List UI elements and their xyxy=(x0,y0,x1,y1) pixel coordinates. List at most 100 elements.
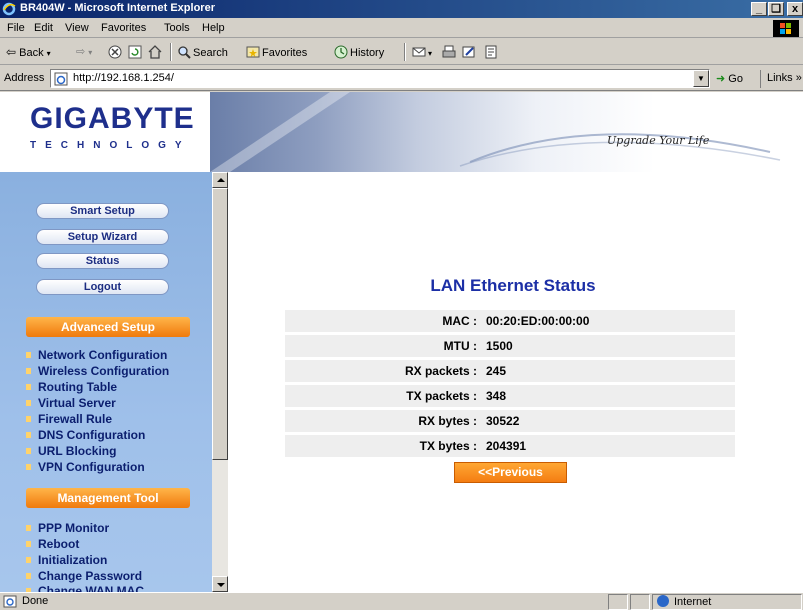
smart-setup-button[interactable]: Smart Setup xyxy=(36,203,169,219)
address-bar: Address http://192.168.1.254/ ▼ ➜ Go Lin… xyxy=(0,66,803,91)
nav-wireless-configuration[interactable]: Wireless Configuration xyxy=(26,364,169,378)
status-table: MAC :00:20:ED:00:00:00 MTU :1500 RX pack… xyxy=(285,307,735,460)
chevron-right-icon: » xyxy=(795,72,802,84)
nav-label: Change WAN MAC xyxy=(38,584,144,592)
logo-area: GIGABYTE TECHNOLOGY xyxy=(0,92,210,172)
logout-button[interactable]: Logout xyxy=(36,279,169,295)
nav-vpn-configuration[interactable]: VPN Configuration xyxy=(26,460,145,474)
menu-help[interactable]: Help xyxy=(202,22,225,34)
bullet-icon xyxy=(26,448,31,454)
nav-reboot[interactable]: Reboot xyxy=(26,537,79,551)
security-zone: Internet xyxy=(657,595,711,608)
refresh-icon xyxy=(128,45,142,59)
search-button[interactable]: Search xyxy=(177,45,228,59)
nav-change-password[interactable]: Change Password xyxy=(26,569,142,583)
mail-button[interactable]: ▾ xyxy=(412,45,432,59)
scroll-down-button[interactable] xyxy=(212,576,228,592)
toolbar-separator xyxy=(404,43,406,61)
menu-favorites[interactable]: Favorites xyxy=(101,22,146,34)
page-content: GIGABYTE TECHNOLOGY Upgrade Your Life Sm… xyxy=(0,92,803,592)
nav-label: Virtual Server xyxy=(38,396,116,410)
previous-button[interactable]: <<Previous xyxy=(454,462,567,483)
scroll-thumb[interactable] xyxy=(212,188,228,460)
close-button[interactable]: x xyxy=(787,2,803,16)
scroll-up-button[interactable] xyxy=(212,172,228,188)
nav-network-configuration[interactable]: Network Configuration xyxy=(26,348,167,362)
menu-view[interactable]: View xyxy=(65,22,89,34)
menu-edit[interactable]: Edit xyxy=(34,22,53,34)
nav-firewall-rule[interactable]: Firewall Rule xyxy=(26,412,112,426)
links-button[interactable]: Links » xyxy=(760,70,802,88)
page-icon xyxy=(54,72,68,86)
nav-routing-table[interactable]: Routing Table xyxy=(26,380,117,394)
history-button[interactable]: History xyxy=(334,45,384,59)
edit-icon xyxy=(462,46,475,58)
row-value: 204391 xyxy=(480,435,735,457)
setup-wizard-button[interactable]: Setup Wizard xyxy=(36,229,169,245)
row-value: 30522 xyxy=(480,410,735,432)
management-tool-header: Management Tool xyxy=(26,488,190,508)
nav-label: Wireless Configuration xyxy=(38,364,170,378)
sidebar: Smart Setup Setup Wizard Status Logout A… xyxy=(0,172,212,592)
table-row: TX bytes :204391 xyxy=(285,435,735,457)
nav-label: Network Configuration xyxy=(38,348,168,362)
nav-url-blocking[interactable]: URL Blocking xyxy=(26,444,116,458)
chevron-down-icon: ▾ xyxy=(46,49,51,58)
address-input[interactable]: http://192.168.1.254/ xyxy=(50,69,710,88)
go-arrow-icon: ➜ xyxy=(716,73,726,85)
nav-dns-configuration[interactable]: DNS Configuration xyxy=(26,428,145,442)
internet-explorer-icon xyxy=(2,2,16,16)
bullet-icon xyxy=(26,557,31,563)
refresh-button[interactable] xyxy=(128,45,144,59)
chevron-down-icon: ▼ xyxy=(697,74,705,83)
table-row: TX packets :348 xyxy=(285,385,735,407)
bullet-icon xyxy=(26,368,31,374)
nav-label: PPP Monitor xyxy=(38,521,110,535)
stop-button[interactable] xyxy=(108,45,124,59)
favorites-label: Favorites xyxy=(262,47,308,59)
discuss-button[interactable] xyxy=(484,45,500,59)
status-button[interactable]: Status xyxy=(36,253,169,269)
history-icon xyxy=(334,45,348,59)
row-key: RX packets : xyxy=(285,360,480,382)
menu-tools[interactable]: Tools xyxy=(164,22,190,34)
menu-bar: File Edit View Favorites Tools Help xyxy=(0,18,803,38)
nav-label: DNS Configuration xyxy=(38,428,146,442)
back-button[interactable]: ⇦ Back ▾ xyxy=(6,45,51,59)
edit-button[interactable] xyxy=(462,45,478,59)
nav-label: URL Blocking xyxy=(38,444,117,458)
home-icon xyxy=(148,45,162,59)
nav-label: Reboot xyxy=(38,537,80,551)
row-key: TX packets : xyxy=(285,385,480,407)
row-value: 1500 xyxy=(480,335,735,357)
maximize-button[interactable]: ❑ xyxy=(768,2,784,16)
arrow-up-icon xyxy=(217,178,225,182)
bullet-icon xyxy=(26,432,31,438)
nav-ppp-monitor[interactable]: PPP Monitor xyxy=(26,521,109,535)
windows-logo xyxy=(773,20,799,37)
bullet-icon xyxy=(26,416,31,422)
sidebar-scrollbar[interactable] xyxy=(212,172,228,592)
print-button[interactable] xyxy=(442,45,458,59)
table-row: RX bytes :30522 xyxy=(285,410,735,432)
home-button[interactable] xyxy=(148,45,164,59)
nav-initialization[interactable]: Initialization xyxy=(26,553,107,567)
bullet-icon xyxy=(26,384,31,390)
windows-flag-icon xyxy=(780,23,791,34)
main-frame: LAN Ethernet Status MAC :00:20:ED:00:00:… xyxy=(228,172,803,592)
nav-virtual-server[interactable]: Virtual Server xyxy=(26,396,116,410)
advanced-setup-header: Advanced Setup xyxy=(26,317,190,337)
row-key: MAC : xyxy=(285,310,480,332)
status-text: Done xyxy=(22,595,49,607)
bullet-icon xyxy=(26,525,31,531)
go-button[interactable]: ➜ Go xyxy=(716,72,743,85)
bullet-icon xyxy=(26,464,31,470)
address-dropdown-button[interactable]: ▼ xyxy=(693,70,709,87)
forward-button[interactable]: ⇨ ▾ xyxy=(76,45,92,58)
menu-file[interactable]: File xyxy=(7,22,25,34)
stop-icon xyxy=(108,45,122,59)
toolbar-separator xyxy=(170,43,172,61)
nav-change-wan-mac[interactable]: Change WAN MAC xyxy=(26,584,144,592)
minimize-button[interactable]: _ xyxy=(751,2,767,16)
favorites-button[interactable]: Favorites xyxy=(246,45,307,59)
